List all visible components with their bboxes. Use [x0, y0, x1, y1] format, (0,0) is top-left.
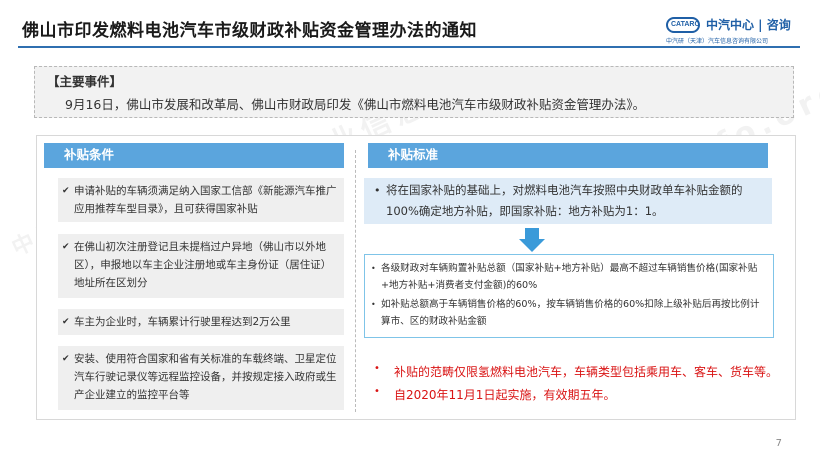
formula-text: 如补贴总额高于车辆销售价格的60%，按车辆销售价格的60%扣除上级补贴后再按比例…	[381, 299, 760, 327]
highlight-note-text: 自2020年11月1日起实施，有效期五年。	[394, 388, 616, 402]
company-logo: CATARC 中汽中心 | 咨询 中汽研（天津）汽车信息咨询有限公司	[666, 14, 794, 45]
condition-text: 申请补贴的车辆须满足纳入国家工信部《新能源汽车推广应用推荐车型目录》，且可获得国…	[74, 185, 337, 215]
header-divider	[18, 46, 800, 48]
tab-subsidy-standards: 补贴标准	[368, 143, 768, 167]
logo-name: 中汽中心 | 咨询	[706, 18, 791, 32]
condition-item: ✔ 安装、使用符合国家和省有关标准的车载终端、卫星定位汽车行驶记录仪等远程监控设…	[58, 346, 344, 410]
bullet-icon: •	[374, 363, 380, 374]
tab-subsidy-conditions: 补贴条件	[44, 143, 344, 167]
subsidy-formula-box: • 各级财政对车辆购置补贴总额（国家补贴+地方补贴）最高不超过车辆销售价格(国家…	[364, 254, 774, 338]
standard-summary: • 将在国家补贴的基础上，对燃料电池汽车按照中央财政单车补贴金额的100%确定地…	[364, 178, 772, 224]
bullet-icon: •	[374, 386, 380, 397]
highlight-note: • 补贴的范畴仅限氢燃料电池汽车，车辆类型包括乘用车、客车、货车等。	[374, 363, 778, 380]
bullet-icon: •	[371, 300, 376, 309]
logo-mark-icon: CATARC	[666, 17, 700, 33]
condition-item: ✔ 申请补贴的车辆须满足纳入国家工信部《新能源汽车推广应用推荐车型目录》，且可获…	[58, 178, 344, 222]
condition-text: 在佛山初次注册登记且未提档过户异地（佛山市以外地区），申报地以车主企业注册地或车…	[74, 241, 332, 289]
logo-subtitle: 中汽研（天津）汽车信息咨询有限公司	[666, 38, 769, 45]
highlight-note-text: 补贴的范畴仅限氢燃料电池汽车，车辆类型包括乘用车、客车、货车等。	[394, 365, 779, 379]
page-title: 佛山市印发燃料电池汽车市级财政补贴资金管理办法的通知	[22, 21, 477, 41]
condition-item: ✔ 在佛山初次注册登记且未提档过户异地（佛山市以外地区），申报地以车主企业注册地…	[58, 234, 344, 298]
arrow-down-icon	[519, 228, 545, 252]
tab-underline	[44, 167, 344, 168]
page-number: 7	[775, 438, 782, 449]
bullet-icon: •	[374, 184, 381, 197]
main-event-box: 【主要事件】 9月16日，佛山市发展和改革局、佛山市财政局印发《佛山市燃料电池汽…	[34, 66, 794, 118]
standard-summary-text: 将在国家补贴的基础上，对燃料电池汽车按照中央财政单车补贴金额的100%确定地方补…	[386, 183, 743, 218]
tab-underline	[368, 167, 768, 168]
formula-text: 各级财政对车辆购置补贴总额（国家补贴+地方补贴）最高不超过车辆销售价格(国家补贴…	[381, 263, 758, 291]
condition-item: ✔ 车主为企业时，车辆累计行驶里程达到2万公里	[58, 309, 344, 335]
main-event-text: 9月16日，佛山市发展和改革局、佛山市财政局印发《佛山市燃料电池汽车市级财政补贴…	[65, 97, 646, 112]
formula-item: • 如补贴总额高于车辆销售价格的60%，按车辆销售价格的60%扣除上级补贴后再按…	[371, 296, 767, 330]
formula-item: • 各级财政对车辆购置补贴总额（国家补贴+地方补贴）最高不超过车辆销售价格(国家…	[371, 260, 767, 294]
check-icon: ✔	[62, 317, 70, 327]
check-icon: ✔	[62, 354, 70, 364]
main-event-label: 【主要事件】	[47, 74, 123, 89]
bullet-icon: •	[371, 264, 376, 273]
check-icon: ✔	[62, 186, 70, 196]
condition-text: 车主为企业时，车辆累计行驶里程达到2万公里	[74, 316, 291, 328]
highlight-note: • 自2020年11月1日起实施，有效期五年。	[374, 386, 615, 403]
condition-text: 安装、使用符合国家和省有关标准的车载终端、卫星定位汽车行驶记录仪等远程监控设备，…	[74, 353, 337, 401]
column-divider	[355, 150, 356, 412]
check-icon: ✔	[62, 242, 70, 252]
logo-mark-label: CATARC	[671, 21, 700, 28]
